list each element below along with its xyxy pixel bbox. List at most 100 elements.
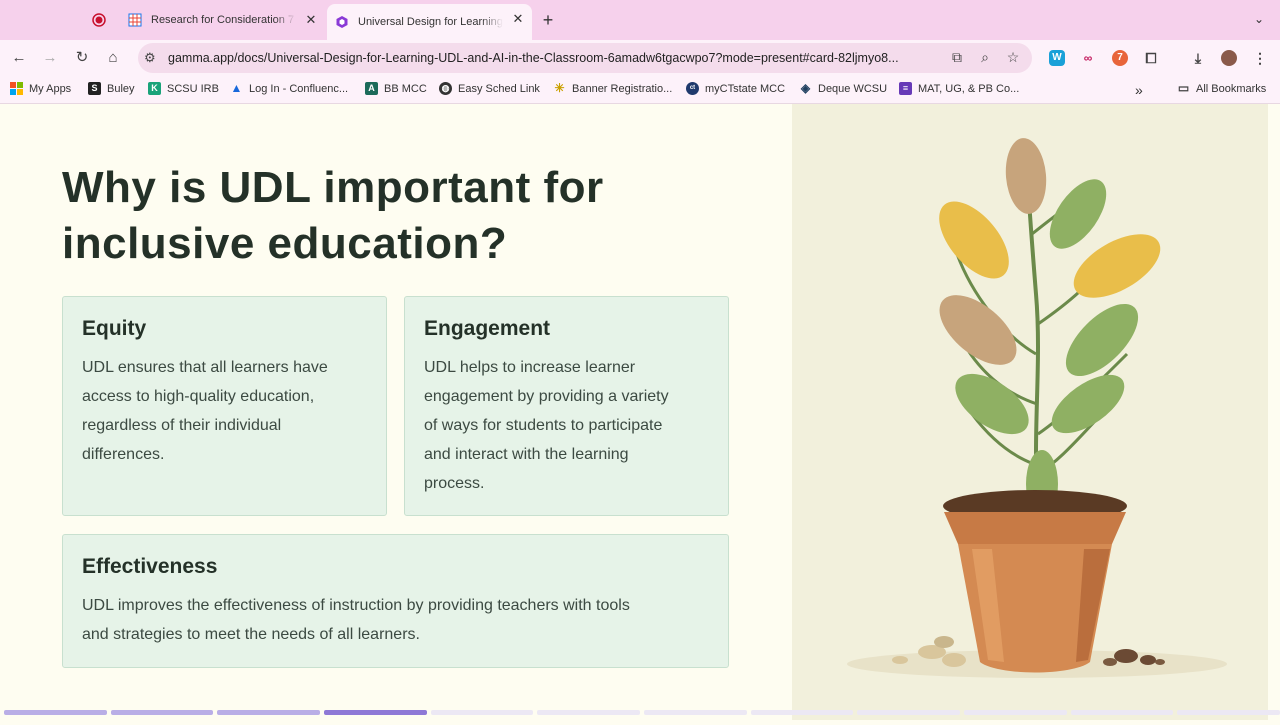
progress-segment[interactable] — [964, 710, 1067, 715]
progress-segment[interactable] — [110, 710, 214, 715]
star-icon[interactable]: ☆ — [1004, 49, 1022, 66]
page-title: Why is UDL important for inclusive educa… — [62, 160, 762, 272]
bookmark-item[interactable]: ct myCTstate MCC — [686, 82, 785, 95]
chevron-down-icon[interactable]: ⌄ — [1254, 12, 1264, 26]
folder-icon: ▭ — [1177, 81, 1190, 95]
bookmark-label: BB MCC — [384, 82, 427, 95]
bookmark-label: Easy Sched Link — [458, 82, 540, 95]
address-bar[interactable]: ⚙ gamma.app/docs/Universal-Design-for-Le… — [138, 43, 1032, 73]
tab-udl[interactable]: Universal Design for Learning ✕ — [327, 4, 532, 40]
extension-orange-icon[interactable]: 7 — [1112, 50, 1128, 66]
browser-toolbar: ← → ↻ ⌂ ⚙ gamma.app/docs/Universal-Desig… — [0, 40, 1280, 76]
confluence-icon: ▲ — [230, 81, 243, 95]
bookmark-label: Log In - Confluenc... — [249, 82, 349, 95]
bookmark-label: Banner Registratio... — [572, 82, 673, 95]
bookmark-label: MAT, UG, & PB Co... — [918, 82, 1020, 95]
avatar[interactable] — [1221, 50, 1237, 66]
bookmark-item[interactable]: A BB MCC — [365, 82, 427, 95]
record-icon — [92, 13, 106, 27]
reload-icon[interactable]: ↻ — [72, 48, 92, 68]
chevron-double-right-icon[interactable]: » — [1135, 82, 1143, 98]
bookmark-label: SCSU IRB — [167, 82, 219, 95]
card-body: UDL helps to increase learner engagement… — [424, 353, 669, 498]
sheets-icon — [128, 13, 142, 27]
bookmarks-bar: My Apps S Buley K SCSU IRB ▲ Log In - Co… — [0, 76, 1280, 104]
card-engagement: Engagement UDL helps to increase learner… — [404, 296, 729, 516]
progress-segment[interactable] — [1177, 710, 1280, 715]
home-icon[interactable]: ⌂ — [103, 48, 123, 68]
bookmark-label: myCTstate MCC — [705, 82, 786, 95]
progress-segment[interactable] — [644, 710, 747, 715]
card-heading: Equity — [82, 317, 147, 340]
progress-segment[interactable] — [217, 710, 320, 715]
forward-arrow-icon[interactable]: → — [40, 48, 60, 68]
bookmark-item[interactable]: S Buley — [88, 82, 135, 95]
extension-w-icon[interactable]: W — [1049, 50, 1065, 66]
presentation-progress — [0, 710, 1280, 715]
bookmark-label: Deque WCSU — [818, 82, 888, 95]
card-line: differences. — [82, 446, 165, 463]
potted-plant-icon — [847, 138, 1227, 678]
bookmark-item[interactable]: My Apps — [10, 82, 71, 95]
bookmark-label: My Apps — [29, 82, 72, 95]
bookmark-item[interactable]: ◈ Deque WCSU — [799, 82, 887, 95]
card-line: and interact with the learning — [424, 446, 629, 463]
all-bookmarks-button[interactable]: ▭ All Bookmarks — [1177, 82, 1266, 95]
tab-recording[interactable] — [82, 5, 122, 35]
plant-illustration — [792, 104, 1268, 720]
card-body: UDL improves the effectiveness of instru… — [82, 591, 630, 649]
tab-title: Research for Consideration 7 — [151, 14, 295, 26]
myct-icon: ct — [686, 82, 699, 95]
card-effectiveness: Effectiveness UDL improves the effective… — [62, 534, 729, 668]
tab-title: Universal Design for Learning — [358, 16, 503, 28]
site-settings-icon[interactable]: ⚙ — [144, 50, 156, 66]
card-line: of ways for students to participate — [424, 417, 663, 434]
card-heading: Effectiveness — [82, 555, 218, 578]
tab-research[interactable]: Research for Consideration 7 ✕ — [120, 5, 325, 35]
forms-icon: ≡ — [899, 82, 912, 95]
progress-segment[interactable] — [537, 710, 640, 715]
kebab-menu-icon[interactable]: ⋮ — [1252, 50, 1268, 66]
progress-segment[interactable] — [430, 710, 534, 715]
globe-icon: ◍ — [439, 82, 452, 95]
progress-segment[interactable] — [750, 710, 854, 715]
install-icon[interactable]: ⧉ — [948, 49, 966, 66]
tab-bar: Research for Consideration 7 ✕ Universal… — [0, 0, 1280, 40]
card-line: UDL ensures that all learners have — [82, 359, 328, 376]
back-arrow-icon[interactable]: ← — [9, 48, 29, 68]
card-line: engagement by providing a variety — [424, 388, 669, 405]
card-heading: Engagement — [424, 317, 551, 340]
card-line: UDL helps to increase learner — [424, 359, 636, 376]
bookmark-item[interactable]: K SCSU IRB — [148, 82, 219, 95]
title-line: inclusive education? — [62, 219, 508, 268]
extension-dots-icon[interactable]: ∞ — [1080, 50, 1096, 66]
download-icon[interactable]: ⤓ — [1190, 50, 1206, 66]
sparkle-icon: ✳ — [554, 81, 565, 95]
url-text[interactable]: gamma.app/docs/Universal-Design-for-Lear… — [168, 51, 948, 65]
s-icon: S — [88, 82, 101, 95]
bookmark-item[interactable]: ≡ MAT, UG, & PB Co... — [899, 82, 1019, 95]
bookmark-label: Buley — [107, 82, 135, 95]
card-line: access to high-quality education, — [82, 388, 315, 405]
k-icon: K — [148, 82, 161, 95]
progress-segment[interactable] — [324, 710, 427, 715]
progress-segment[interactable] — [1070, 710, 1174, 715]
card-equity: Equity UDL ensures that all learners hav… — [62, 296, 387, 516]
new-tab-button[interactable]: + — [538, 10, 558, 30]
deque-icon: ◈ — [800, 81, 811, 95]
bookmark-item[interactable]: ✳ Banner Registratio... — [553, 82, 672, 95]
zoom-icon[interactable]: ⌕ — [976, 49, 994, 66]
grid-icon — [10, 82, 23, 95]
title-line: Why is UDL important for — [62, 163, 604, 212]
progress-segment[interactable] — [857, 710, 960, 715]
card-body: UDL ensures that all learners have acces… — [82, 353, 328, 469]
progress-segment[interactable] — [4, 710, 107, 715]
puzzle-icon[interactable]: ⧠ — [1143, 50, 1159, 66]
bookmark-item[interactable]: ▲ Log In - Confluenc... — [230, 81, 349, 95]
gamma-icon — [335, 15, 349, 29]
card-line: and strategies to meet the needs of all … — [82, 626, 420, 643]
close-icon[interactable]: ✕ — [510, 11, 526, 27]
bookmark-item[interactable]: ◍ Easy Sched Link — [439, 82, 540, 95]
card-line: regardless of their individual — [82, 417, 282, 434]
close-icon[interactable]: ✕ — [303, 12, 319, 28]
